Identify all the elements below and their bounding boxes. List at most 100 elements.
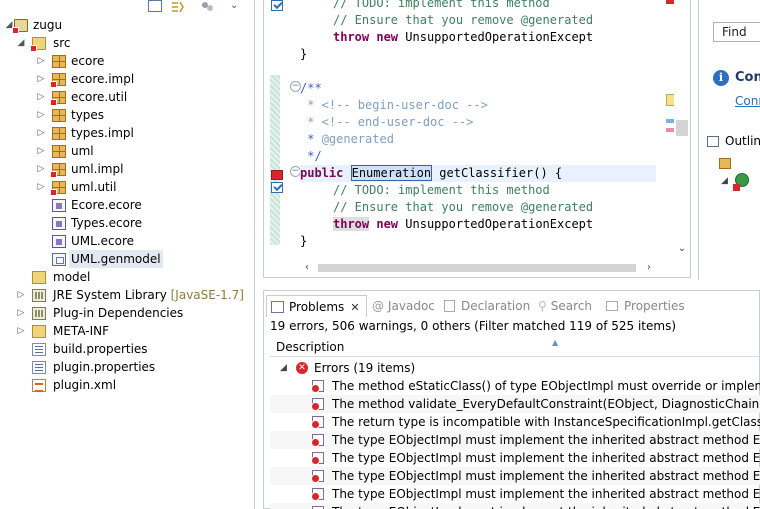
library-icon [32,307,46,320]
code-line: // Ensure that you remove @generated [333,200,594,214]
close-icon[interactable]: ✕ [350,301,359,314]
properties-file-icon [32,361,46,374]
tree-item-label: model [53,270,91,284]
view-menu-icon[interactable]: ⌄ [230,0,244,12]
problem-row[interactable]: The method eStaticClass() of type EObjec… [270,377,760,395]
tab-properties[interactable]: Properties [606,295,685,317]
tree-item-label: JRE System Library [53,288,167,302]
tree-item-label: zugu [33,18,63,32]
problem-description: The type EObjectImpl must implement the … [332,503,760,509]
java-error-icon [311,416,324,429]
java-editor[interactable]: − − // TODO: implement this method // En… [263,0,691,278]
package-icon [50,181,66,196]
ecore-file-icon [52,199,66,212]
problem-row[interactable]: The type EObjectImpl must implement the … [270,467,760,485]
problem-row[interactable]: The method validate_EveryDefaultConstrai… [270,395,760,413]
expand-arrow-icon[interactable]: ▷ [36,160,46,178]
explorer-toolbar: ⌄ [140,0,250,14]
tree-item-label: plugin.xml [53,378,117,392]
scroll-left-icon[interactable]: ‹ [300,261,314,275]
tree-item-label: Ecore.ecore [71,198,142,212]
column-header-description[interactable]: ▲ Description [270,337,760,357]
expand-arrow-icon[interactable]: ▷ [36,52,46,70]
scroll-thumb[interactable] [676,120,688,136]
source-folder-icon [30,37,46,52]
code-line: } [300,234,308,248]
tree-item-label: build.properties [53,342,148,356]
view-tabs: Problems ✕ @ Javadoc Declaration ⚲ Search P… [264,291,759,319]
java-error-icon [311,452,324,465]
collapse-arrow-icon[interactable]: ◢ [721,176,728,186]
code-line: // TODO: implement this method [333,0,550,10]
tree-item-label: Types.ecore [71,216,143,230]
package-icon [50,73,66,88]
code-line: } [300,47,308,61]
at-icon: @ [372,299,384,313]
tab-javadoc[interactable]: @ Javadoc [372,295,435,317]
search-icon: ⚲ [538,299,547,313]
package-icon [52,145,66,158]
editor-vertical-scrollbar[interactable]: ⌄ [674,0,690,258]
expand-arrow-icon[interactable]: ▷ [36,178,46,196]
expand-arrow-icon[interactable]: ▷ [36,124,46,142]
code-line: */ [300,149,322,163]
scroll-thumb[interactable] [318,264,636,272]
task-marker-icon[interactable] [271,182,283,193]
tree-item-label: plugin.properties [53,360,156,374]
outline-package-icon[interactable] [719,158,731,169]
project-icon [12,19,28,34]
java-error-icon [311,380,324,393]
collapse-all-icon[interactable] [148,0,162,12]
expand-arrow-icon[interactable]: ▷ [16,322,26,340]
scroll-right-icon[interactable]: › [642,261,656,275]
package-icon [52,127,66,140]
tab-search[interactable]: ⚲ Search [538,295,592,317]
problem-row[interactable]: The type EObjectImpl must implement the … [270,449,760,467]
find-input[interactable]: Find [713,22,760,42]
problems-view: Problems ✕ @ Javadoc Declaration ⚲ Search P… [263,290,760,509]
jre-version-decoration: [JavaSE-1.7] [170,288,244,302]
problem-description: The type EObjectImpl must implement the … [332,451,760,465]
expand-arrow-icon[interactable]: ▷ [36,106,46,124]
java-error-icon [311,398,324,411]
problem-row[interactable]: The type EObjectImpl must implement the … [270,503,760,509]
editor-ruler: − − [264,0,301,258]
ecore-file-icon [52,235,66,248]
expand-arrow-icon[interactable]: ▷ [36,70,46,88]
expand-arrow-icon[interactable]: ▷ [36,142,46,160]
java-error-icon [311,434,324,447]
problem-row[interactable]: The type EObjectImpl must implement the … [270,431,760,449]
problem-description: The type EObjectImpl must implement the … [332,469,760,483]
folder-icon [32,271,46,284]
problems-icon [271,301,284,313]
tab-declaration[interactable]: Declaration [444,295,530,317]
tab-outline[interactable]: Outlin [725,134,760,148]
error-marker-icon[interactable] [271,170,283,180]
link-with-editor-icon[interactable] [170,0,184,13]
collapse-arrow-icon[interactable]: ◢ [280,359,287,377]
problem-description: The type EObjectImpl must implement the … [332,487,760,501]
code-line: // Ensure that you remove @generated [333,13,594,27]
package-icon [50,91,66,106]
task-marker-icon[interactable] [271,0,283,11]
filter-icon[interactable] [200,0,214,12]
tab-problems[interactable]: Problems ✕ [266,295,367,317]
editor-horizontal-scrollbar[interactable]: ‹ › [300,261,656,275]
code-area[interactable]: // TODO: implement this method // Ensure… [300,0,656,258]
problem-group-errors[interactable]: ◢ ✕ Errors (19 items) [270,359,760,377]
problem-row[interactable]: The return type is incompatible with Ins… [270,413,760,431]
selected-text[interactable]: Enumeration [350,165,433,181]
expand-arrow-icon[interactable]: ▷ [36,88,46,106]
expand-arrow-icon[interactable]: ▷ [16,286,26,304]
tree-item-label: ecore [71,54,105,68]
problem-row[interactable]: The type EObjectImpl must implement the … [270,485,760,503]
code-line-current: public Enumeration getClassifier() { [300,165,656,182]
code-line: // TODO: implement this method [333,183,550,197]
problem-description: The method eStaticClass() of type EObjec… [332,379,760,393]
scroll-down-icon[interactable]: ⌄ [674,242,690,256]
problem-description: The type EObjectImpl must implement the … [332,433,760,447]
expand-arrow-icon[interactable]: ▷ [16,304,26,322]
code-line: * @generated [300,132,394,146]
collapse-arrow-icon[interactable]: ◢ [16,34,26,52]
connect-link[interactable]: Conn [735,94,760,108]
